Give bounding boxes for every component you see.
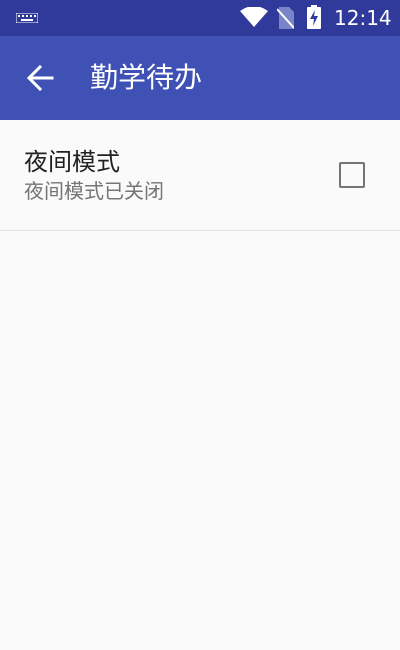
arrow-back-icon[interactable]: [26, 64, 56, 92]
night-mode-checkbox[interactable]: [339, 162, 365, 188]
app-bar: 勤学待办: [0, 36, 400, 120]
wifi-icon: [240, 7, 268, 27]
status-bar: 12:14: [0, 0, 400, 36]
night-mode-summary: 夜间模式已关闭: [24, 179, 164, 203]
night-mode-setting[interactable]: 夜间模式 夜间模式已关闭: [0, 120, 400, 230]
night-mode-title: 夜间模式: [24, 148, 120, 176]
battery-charging-icon: [307, 5, 321, 29]
page-title: 勤学待办: [90, 61, 203, 94]
keyboard-icon: [16, 13, 38, 23]
divider: [0, 230, 400, 231]
no-sim-icon: [277, 7, 294, 29]
status-clock: 12:14: [334, 6, 392, 30]
